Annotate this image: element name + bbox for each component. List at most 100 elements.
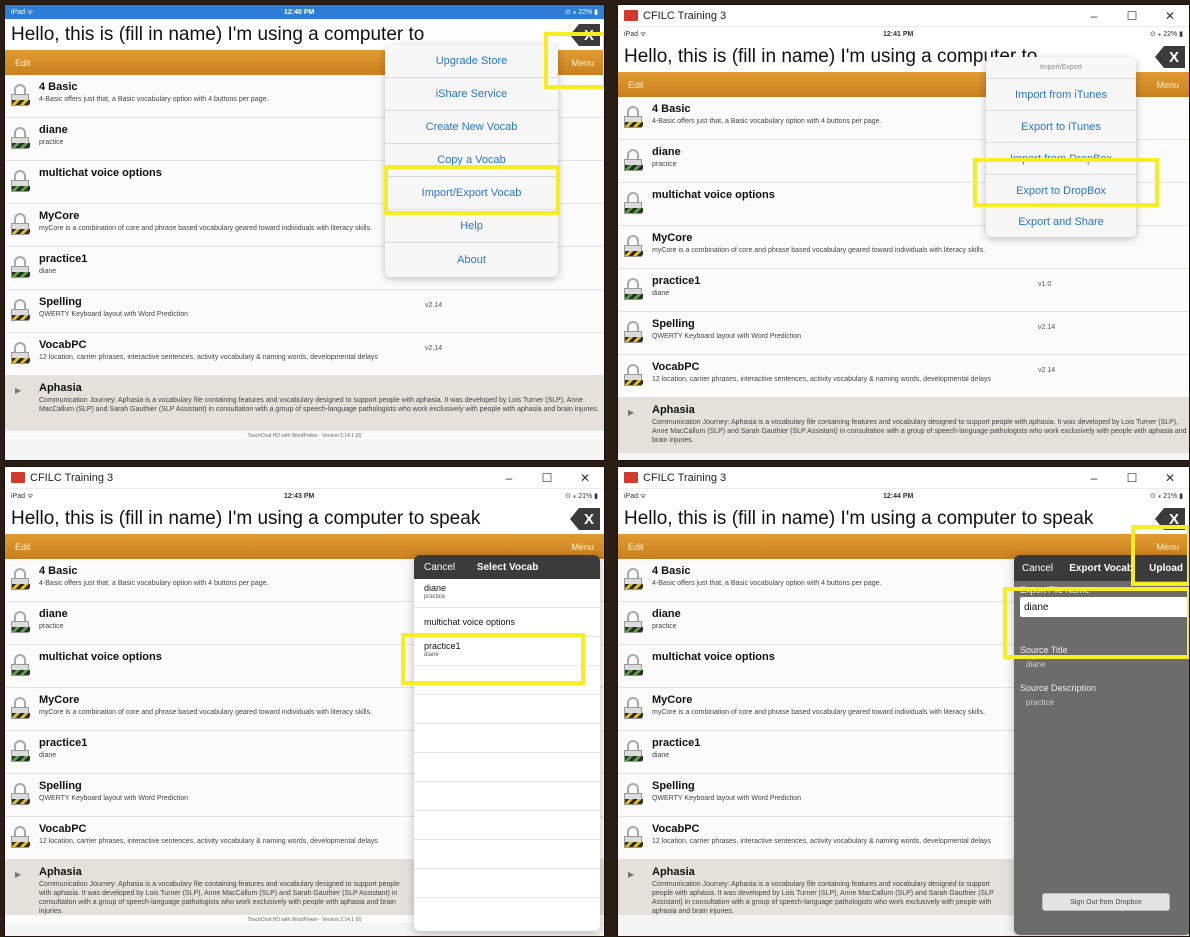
vocab-row[interactable]: VocabPC 12 location, carrier phrases, int…: [618, 355, 1189, 398]
highlight-upload: [1131, 525, 1189, 586]
ipad-status-bar: iPad ᯤ 12:43 PM ⊙ ⁎ 21% ▮: [5, 489, 604, 503]
vocab-name: VocabPC: [652, 361, 700, 373]
menu-item-about[interactable]: About: [385, 243, 558, 276]
app-icon: [11, 472, 25, 483]
minimize-button[interactable]: –: [1075, 5, 1113, 26]
clear-message-button[interactable]: X: [570, 508, 600, 530]
vocab-row-selected[interactable]: ▶ Aphasia Communication Journey: Aphasia i…: [618, 398, 1189, 453]
panel-import-export: CFILC Training 3 – ☐ ✕ iPad ᯤ 12:41 PM ⊙…: [617, 4, 1190, 461]
minimize-button[interactable]: –: [490, 467, 528, 488]
sign-out-dropbox-button[interactable]: Sign Out from Dropbox: [1042, 893, 1170, 911]
lock-icon: [624, 235, 643, 258]
app-icon: [624, 472, 638, 483]
export-and-share[interactable]: Export and Share: [986, 207, 1136, 237]
maximize-button[interactable]: ☐: [1113, 5, 1151, 26]
menu-item-create-new-vocab[interactable]: Create New Vocab: [385, 111, 558, 144]
vocab-row[interactable]: practice1 diane v1.0: [618, 269, 1189, 312]
vocab-version: v2.14: [425, 302, 443, 309]
maximize-button[interactable]: ☐: [528, 467, 566, 488]
select-vocab-header: Cancel Select Vocab: [414, 555, 600, 579]
message-bar[interactable]: Hello, this is (fill in name) I'm using …: [618, 503, 1189, 534]
lock-icon: [624, 568, 643, 591]
status-time: 12:44 PM: [882, 492, 914, 500]
lock-icon: [11, 299, 30, 322]
main-menu-popover: Upgrade Store iShare Service Create New …: [385, 45, 558, 277]
message-text: Hello, this is (fill in name) I'm using …: [624, 45, 1038, 67]
lock-icon: [11, 342, 30, 365]
vocab-version: v2.14: [1038, 367, 1056, 374]
vocab-row[interactable]: VocabPC 12 location, carrier phrases, int…: [5, 333, 604, 376]
message-text: Hello, this is (fill in name) I'm using …: [11, 507, 481, 529]
clear-message-button[interactable]: X: [1155, 46, 1185, 68]
vocab-version: v1.0: [1038, 281, 1052, 288]
lock-icon: [624, 321, 643, 344]
vocab-desc: diane: [652, 290, 670, 297]
cancel-button[interactable]: Cancel: [1022, 563, 1053, 574]
unlock-icon: [624, 192, 643, 215]
vocab-desc: Communication Journey: Aphasia is a voca…: [652, 419, 1187, 444]
unlock-icon: [11, 654, 30, 677]
menu-item-upgrade-store[interactable]: Upgrade Store: [385, 45, 558, 78]
window-titlebar: CFILC Training 3 – ☐ ✕: [618, 5, 1189, 27]
menu-item-ishare-service[interactable]: iShare Service: [385, 78, 558, 111]
edit-button[interactable]: Edit: [628, 542, 644, 552]
vocab-row-selected[interactable]: ▶ Aphasia Communication Journey: Aphasia i…: [5, 376, 604, 431]
vocab-desc: QWERTY Keyboard layout with Word Predict…: [652, 333, 802, 340]
import-from-itunes[interactable]: Import from iTunes: [986, 79, 1136, 111]
unlock-icon: [624, 740, 643, 763]
vocab-desc: QWERTY Keyboard layout with Word Predict…: [39, 311, 189, 318]
status-battery: ⊙ ⁎ 22% ▮: [1149, 31, 1183, 38]
lock-icon: [624, 697, 643, 720]
close-window-button[interactable]: ✕: [566, 467, 604, 488]
status-time: 12:41 PM: [882, 30, 914, 38]
message-text: Hello, this is (fill in name) I'm using …: [624, 507, 1094, 529]
menu-button[interactable]: Menu: [571, 542, 594, 552]
ipad-status-bar: iPad ᯤ 12:41 PM ⊙ ⁎ 22% ▮: [618, 27, 1189, 41]
close-window-button[interactable]: ✕: [1151, 467, 1189, 488]
message-text: Hello, this is (fill in name) I'm using …: [11, 23, 425, 45]
minimize-button[interactable]: –: [1075, 467, 1113, 488]
vocab-desc: 12 location, carrier phrases, interactiv…: [652, 376, 991, 383]
import-export-popover: Import/Export Import from iTunes Export …: [986, 57, 1136, 237]
source-title-value: diane: [1026, 660, 1046, 669]
edit-button[interactable]: Edit: [628, 80, 644, 90]
select-vocab-sheet: Cancel Select Vocab diane practice multic…: [414, 555, 600, 931]
select-vocab-title: Select Vocab: [476, 561, 539, 573]
play-arrow-icon: ▶: [628, 870, 635, 879]
close-window-button[interactable]: ✕: [1151, 5, 1189, 26]
empty-row: [414, 840, 600, 869]
unlock-icon: [624, 611, 643, 634]
import-export-title: Import/Export: [986, 57, 1136, 79]
vocab-row[interactable]: Spelling QWERTY Keyboard layout with Word…: [618, 312, 1189, 355]
select-vocab-row[interactable]: diane practice: [414, 579, 600, 608]
vocab-row[interactable]: Spelling QWERTY Keyboard layout with Word…: [5, 290, 604, 333]
vocab-name: VocabPC: [39, 339, 87, 351]
empty-row: [414, 695, 600, 724]
empty-row: [414, 869, 600, 898]
export-vocab-title: Export Vocab: [1069, 562, 1133, 574]
vocab-name: Spelling: [652, 318, 695, 330]
menu-button[interactable]: Menu: [1156, 80, 1179, 90]
status-carrier: iPad ᯤ: [11, 8, 34, 16]
cancel-button[interactable]: Cancel: [424, 562, 455, 573]
panel-select-vocab: CFILC Training 3 – ☐ ✕ iPad ᯤ 12:43 PM ⊙…: [4, 466, 605, 937]
edit-button[interactable]: Edit: [15, 58, 31, 68]
panel-export-vocab: CFILC Training 3 – ☐ ✕ iPad ᯤ 12:44 PM ⊙…: [617, 466, 1190, 937]
message-bar[interactable]: Hello, this is (fill in name) I'm using …: [5, 503, 604, 534]
status-carrier: iPad ᯤ: [624, 492, 647, 500]
window-title: CFILC Training 3: [643, 471, 727, 484]
lock-icon: [624, 364, 643, 387]
vocab-version: v2.14: [1038, 324, 1056, 331]
maximize-button[interactable]: ☐: [1113, 467, 1151, 488]
status-time: 12:40 PM: [283, 8, 315, 16]
lock-icon: [11, 783, 30, 806]
edit-button[interactable]: Edit: [15, 542, 31, 552]
export-to-itunes[interactable]: Export to iTunes: [986, 111, 1136, 143]
empty-row: [414, 811, 600, 840]
unlock-icon: [624, 149, 643, 172]
lock-icon: [11, 697, 30, 720]
empty-row: [414, 782, 600, 811]
vocab-name: Spelling: [39, 296, 82, 308]
vocab-desc: 12 location, carrier phrases, interactiv…: [39, 354, 378, 361]
ipad-status-bar: iPad ᯤ 12:44 PM ⊙ ⁎ 21% ▮: [618, 489, 1189, 503]
